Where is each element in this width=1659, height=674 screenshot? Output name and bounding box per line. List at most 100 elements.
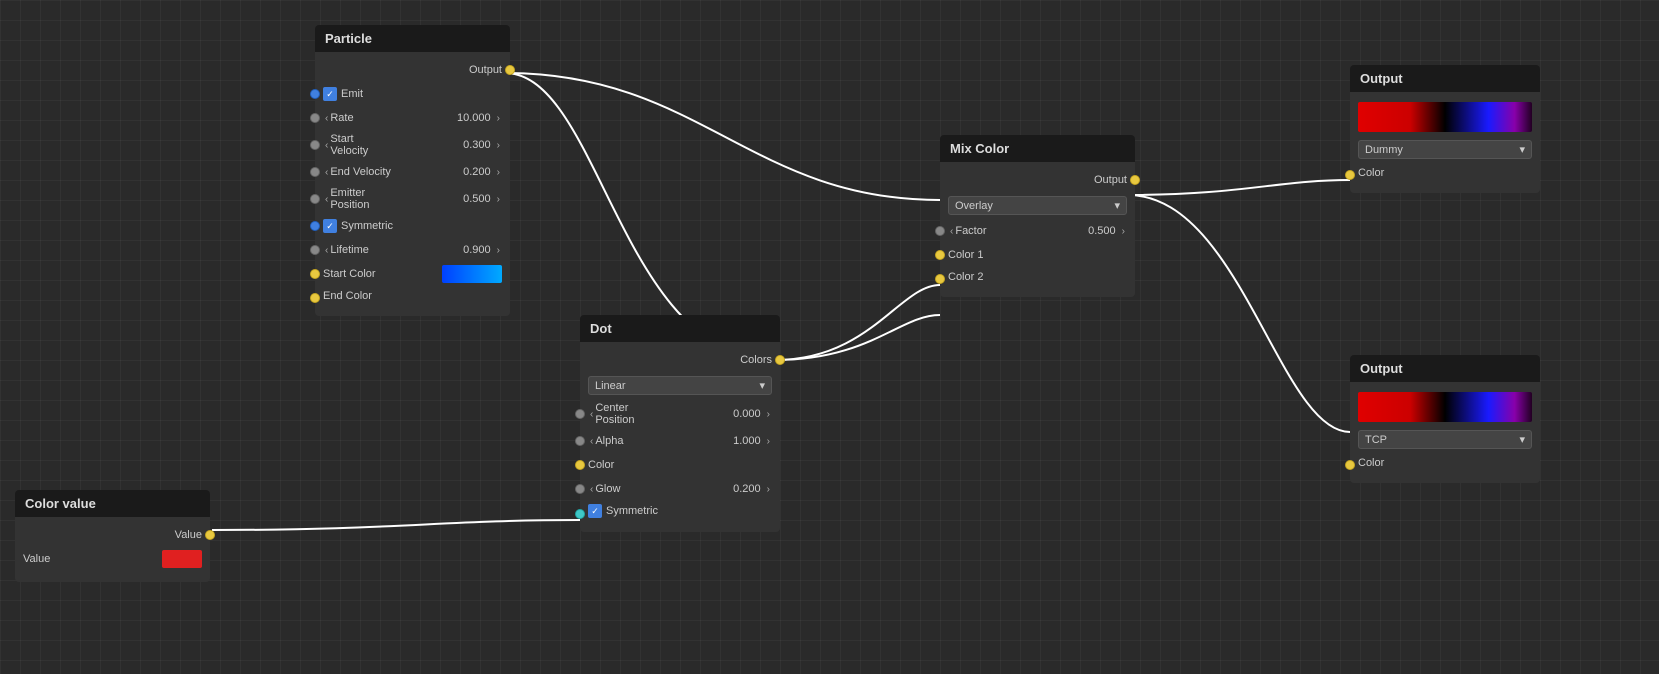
particle-output-socket[interactable] (505, 65, 515, 75)
lifetime-value: 0.900 (463, 244, 491, 256)
dot-glow-value: 0.200 (733, 483, 761, 495)
start-velocity-value: 0.300 (463, 139, 491, 151)
dot-symmetric-label: Symmetric (606, 505, 772, 517)
rate-left-arrow[interactable]: ‹ (323, 113, 330, 124)
dummy-dropdown-label: Dummy (1365, 144, 1403, 156)
lifetime-right-arrow[interactable]: › (495, 245, 502, 256)
start-velocity-left-arrow[interactable]: ‹ (323, 140, 330, 151)
end-color-row: End Color (315, 286, 510, 310)
color-value-node-title: Color value (15, 490, 210, 517)
tcp-color-socket[interactable] (1345, 460, 1355, 470)
dot-color-row: Color (580, 453, 780, 477)
factor-right-arrow[interactable]: › (1120, 226, 1127, 237)
emit-checkbox[interactable]: ✓ (323, 87, 337, 101)
start-color-swatch[interactable] (442, 265, 502, 283)
dummy-color-socket[interactable] (1345, 170, 1355, 180)
emitter-position-value: 0.500 (463, 193, 491, 205)
color-value-swatch[interactable] (162, 550, 202, 568)
dot-glow-left-arrow[interactable]: ‹ (588, 484, 595, 495)
dot-symmetric-row: ✓ Symmetric (580, 501, 780, 526)
mix-color-overlay-row: Overlay ▾ (940, 192, 1135, 219)
dot-alpha-row: ‹ Alpha 1.000 › (580, 429, 780, 453)
rate-label: Rate (330, 112, 453, 124)
dot-alpha-socket[interactable] (575, 436, 585, 446)
dummy-dropdown-arrow: ▾ (1519, 143, 1525, 156)
dot-colors-row: Colors (580, 348, 780, 372)
dot-alpha-value: 1.000 (733, 435, 761, 447)
end-velocity-label: End Velocity (330, 166, 459, 178)
dot-glow-right-arrow[interactable]: › (765, 484, 772, 495)
rate-socket[interactable] (310, 113, 320, 123)
mix-color-factor-socket[interactable] (935, 226, 945, 236)
dot-linear-label: Linear (595, 380, 626, 392)
dot-linear-row: Linear ▾ (580, 372, 780, 399)
lifetime-left-arrow[interactable]: ‹ (323, 245, 330, 256)
mix-color-node: Mix Color Output Overlay ▾ ‹ Factor 0.50… (940, 135, 1135, 297)
mix-color-color2-socket[interactable] (935, 274, 945, 284)
end-velocity-value: 0.200 (463, 166, 491, 178)
dot-symmetric-checkbox[interactable]: ✓ (588, 504, 602, 518)
start-color-label: Start Color (323, 268, 442, 280)
end-velocity-left-arrow[interactable]: ‹ (323, 167, 330, 178)
dot-colors-socket[interactable] (775, 355, 785, 365)
symmetric-socket[interactable] (310, 221, 320, 231)
emitter-position-row: ‹ EmitterPosition 0.500 › (315, 184, 510, 214)
tcp-dropdown[interactable]: TCP ▾ (1358, 430, 1532, 449)
mix-color-factor-row: ‹ Factor 0.500 › (940, 219, 1135, 243)
symmetric-checkbox[interactable]: ✓ (323, 219, 337, 233)
dot-center-position-socket[interactable] (575, 409, 585, 419)
tcp-output-node: Output TCP ▾ Color (1350, 355, 1540, 483)
end-velocity-right-arrow[interactable]: › (495, 167, 502, 178)
dot-center-right-arrow[interactable]: › (765, 409, 772, 420)
end-color-label: End Color (323, 290, 502, 302)
tcp-output-title: Output (1350, 355, 1540, 382)
start-velocity-label: StartVelocity (330, 133, 459, 157)
dot-alpha-left-arrow[interactable]: ‹ (588, 436, 595, 447)
color-value-node: Color value Value Value (15, 490, 210, 582)
dot-alpha-label: Alpha (595, 435, 729, 447)
mix-color-output-row: Output (940, 168, 1135, 192)
emitter-position-right-arrow[interactable]: › (495, 194, 502, 205)
particle-node: Particle Output ✓ Emit ‹ Rate 10.000 › ‹… (315, 25, 510, 316)
start-color-row: Start Color (315, 262, 510, 286)
factor-left-arrow[interactable]: ‹ (948, 226, 955, 237)
mix-color-overlay-dropdown[interactable]: Overlay ▾ (948, 196, 1127, 215)
lifetime-row: ‹ Lifetime 0.900 › (315, 238, 510, 262)
rate-right-arrow[interactable]: › (495, 113, 502, 124)
rate-value: 10.000 (457, 112, 491, 124)
dot-color-socket[interactable] (575, 460, 585, 470)
dot-glow-socket[interactable] (575, 484, 585, 494)
dummy-dropdown-row: Dummy ▾ (1350, 136, 1540, 163)
symmetric-row: ✓ Symmetric (315, 214, 510, 238)
mix-color-output-socket[interactable] (1130, 175, 1140, 185)
factor-value: 0.500 (1088, 225, 1116, 237)
start-velocity-right-arrow[interactable]: › (495, 140, 502, 151)
dummy-color-label: Color (1358, 167, 1532, 179)
end-color-socket[interactable] (310, 293, 320, 303)
emitter-position-left-arrow[interactable]: ‹ (323, 194, 330, 205)
emitter-position-socket[interactable] (310, 194, 320, 204)
start-velocity-socket[interactable] (310, 140, 320, 150)
dot-glow-row: ‹ Glow 0.200 › (580, 477, 780, 501)
mix-color-color1-socket[interactable] (935, 250, 945, 260)
dot-center-left-arrow[interactable]: ‹ (588, 409, 595, 420)
emit-label: Emit (341, 88, 502, 100)
factor-label: Factor (955, 225, 1084, 237)
color-value-output-row: Value (15, 523, 210, 547)
dummy-dropdown[interactable]: Dummy ▾ (1358, 140, 1532, 159)
emit-socket[interactable] (310, 89, 320, 99)
end-velocity-socket[interactable] (310, 167, 320, 177)
dummy-color-row: Color (1350, 163, 1540, 187)
tcp-dropdown-row: TCP ▾ (1350, 426, 1540, 453)
color-value-output-socket[interactable] (205, 530, 215, 540)
dot-center-position-row: ‹ CenterPosition 0.000 › (580, 399, 780, 429)
overlay-arrow: ▾ (1114, 199, 1120, 212)
start-color-socket[interactable] (310, 269, 320, 279)
dot-linear-dropdown[interactable]: Linear ▾ (588, 376, 772, 395)
dot-symmetric-socket[interactable] (575, 509, 585, 519)
emitter-position-label: EmitterPosition (330, 187, 459, 211)
dot-node: Dot Colors Linear ▾ ‹ CenterPosition 0.0… (580, 315, 780, 532)
dot-glow-label: Glow (595, 483, 729, 495)
dot-alpha-right-arrow[interactable]: › (765, 436, 772, 447)
lifetime-socket[interactable] (310, 245, 320, 255)
